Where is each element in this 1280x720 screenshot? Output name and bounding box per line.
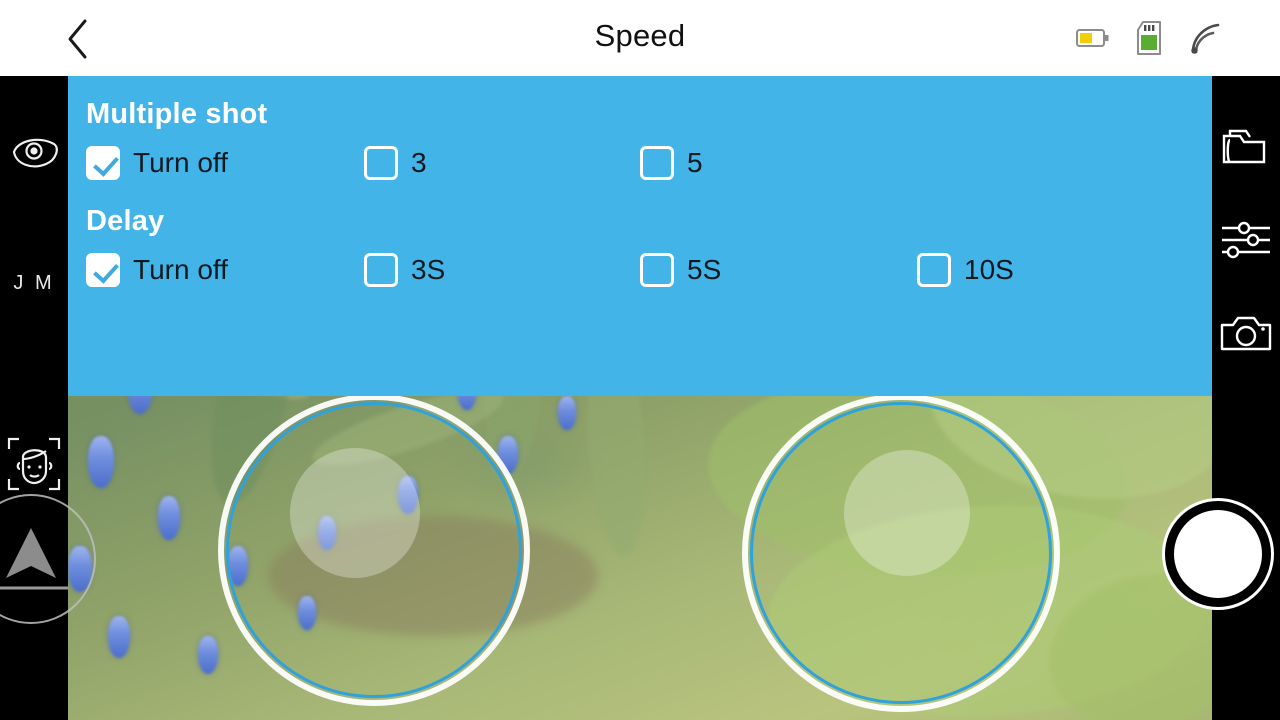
option-label: 10S — [964, 254, 1014, 285]
left-toolbar: J M — [0, 76, 96, 720]
speed-settings-panel: Multiple shot Turn off 3 5 Delay Turn of… — [68, 76, 1212, 396]
checkbox-delay-3s[interactable] — [364, 253, 398, 287]
option-label: 5S — [687, 254, 722, 285]
option-multiple-shot-5[interactable]: 5 — [640, 135, 703, 191]
section-heading-delay: Delay — [86, 205, 165, 237]
option-label: 3S — [411, 254, 446, 285]
reticle-right[interactable] — [742, 394, 1060, 712]
header-bar: Speed — [0, 0, 1280, 76]
option-delay-5s[interactable]: 5S — [640, 242, 721, 298]
reticle-core — [844, 450, 970, 576]
option-label: Turn off — [133, 254, 228, 285]
right-toolbar — [1212, 76, 1280, 720]
left-rail-watermark: J M — [13, 272, 55, 294]
option-delay-turn-off[interactable]: Turn off — [86, 242, 228, 298]
delay-options: Turn off 3S 5S 10S — [68, 242, 1212, 298]
option-delay-3s[interactable]: 3S — [364, 242, 445, 298]
face-detect-icon[interactable] — [0, 432, 68, 496]
option-label: Turn off — [133, 147, 228, 178]
camera-icon[interactable] — [1212, 302, 1280, 366]
option-delay-10s[interactable]: 10S — [917, 242, 1014, 298]
shutter-inner — [1174, 510, 1262, 598]
checkbox-multiple-shot-turn-off[interactable] — [86, 146, 120, 180]
battery-icon — [1076, 28, 1110, 48]
option-label: 3 — [411, 147, 427, 178]
signal-icon — [1188, 21, 1222, 55]
option-multiple-shot-turn-off[interactable]: Turn off — [86, 135, 228, 191]
option-label: 5 — [687, 147, 703, 178]
sd-card-icon — [1136, 21, 1162, 55]
checkbox-delay-turn-off[interactable] — [86, 253, 120, 287]
folder-icon[interactable] — [1212, 116, 1280, 180]
checkbox-delay-5s[interactable] — [640, 253, 674, 287]
shutter-button[interactable] — [1162, 498, 1274, 610]
status-icon-group — [1076, 18, 1222, 58]
checkbox-delay-10s[interactable] — [917, 253, 951, 287]
option-multiple-shot-3[interactable]: 3 — [364, 135, 427, 191]
checkbox-multiple-shot-3[interactable] — [364, 146, 398, 180]
reticle-core — [290, 448, 420, 578]
checkbox-multiple-shot-5[interactable] — [640, 146, 674, 180]
sliders-icon[interactable] — [1212, 208, 1280, 272]
camera-app-screen: J M Multiple shot Turn off 3 5 Delay Tur… — [0, 0, 1280, 720]
section-heading-multiple-shot: Multiple shot — [86, 98, 268, 130]
reticle-left[interactable] — [218, 394, 530, 706]
multiple-shot-options: Turn off 3 5 — [68, 135, 1212, 191]
eye-tracking-icon[interactable] — [0, 120, 68, 184]
